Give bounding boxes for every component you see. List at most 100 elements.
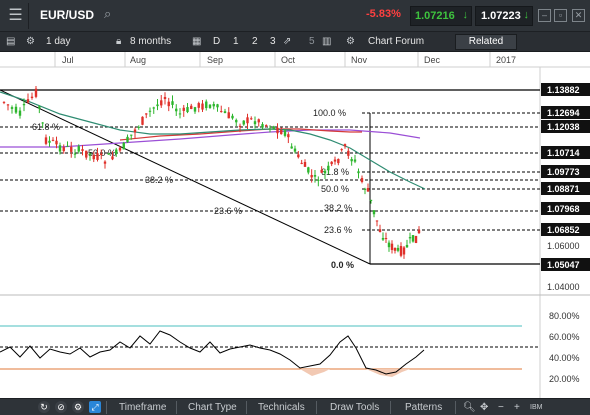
- candle-body: [193, 107, 197, 112]
- price-label: 1.04000: [547, 282, 580, 292]
- list-icon[interactable]: ▤: [6, 36, 15, 47]
- buy-price: 1.07223: [481, 10, 521, 22]
- search-icon[interactable]: ⌕: [104, 6, 111, 22]
- osc-label: 60.00%: [549, 332, 580, 342]
- candle-body: [396, 247, 400, 251]
- candle-body: [399, 246, 403, 256]
- tab-patterns[interactable]: Patterns: [405, 402, 442, 413]
- candle-body: [265, 125, 268, 127]
- candle-body: [378, 229, 382, 233]
- candle-body: [402, 247, 406, 255]
- refresh-icon[interactable]: ↻: [38, 401, 50, 413]
- candle-body: [283, 130, 287, 136]
- price-label: 1.06000: [547, 241, 580, 251]
- fib-right-1000: 100.0 %: [313, 108, 346, 118]
- fibonacci-retracement[interactable]: 61.8 % 50.0 % 38.2 % 23.6 % 100.0 % 61.8…: [0, 89, 540, 270]
- candle-body: [337, 158, 340, 164]
- layout-icon[interactable]: ▥: [322, 36, 331, 47]
- tab-chart-type[interactable]: Chart Type: [188, 402, 237, 413]
- candle-body: [293, 148, 297, 152]
- candle-body: [317, 179, 320, 181]
- candle-body: [156, 104, 159, 107]
- time-label-oct: Oct: [281, 55, 296, 65]
- candle-body: [276, 127, 279, 134]
- candle-body: [167, 101, 170, 107]
- draw-mode-2[interactable]: 2: [252, 36, 258, 47]
- counter: 5: [309, 36, 315, 47]
- candle-body: [55, 140, 58, 145]
- zoom-in-icon[interactable]: 🔍︎: [463, 402, 476, 413]
- fullscreen-icon[interactable]: ⤢: [89, 401, 101, 413]
- candle-body: [66, 145, 69, 147]
- candle-body: [160, 100, 163, 106]
- candle-body: [381, 237, 385, 240]
- candle-body: [414, 235, 418, 243]
- range-select[interactable]: 8 months: [130, 36, 171, 47]
- candle-body: [290, 146, 293, 149]
- buy-price-button[interactable]: 1.07223 ↓: [475, 6, 533, 26]
- chart-bottom-toolbar: ↻ ⊘ ⚙ ⤢ Timeframe Chart Type Technicals …: [0, 398, 590, 415]
- candle-body: [145, 113, 148, 115]
- time-axis: Jul Aug Sep Oct Nov Dec 2017: [0, 52, 590, 68]
- fib-left-618: 61.8 %: [32, 122, 60, 132]
- forum-gear-icon[interactable]: ⚙: [346, 36, 355, 47]
- close-icon[interactable]: ✕: [572, 9, 585, 22]
- lock-icon[interactable]: 🔒︎: [116, 36, 121, 47]
- moving-average-fast: [0, 91, 426, 190]
- candle-body: [417, 229, 421, 234]
- tab-technicals[interactable]: Technicals: [258, 402, 305, 413]
- price-label: 1.13882: [547, 85, 580, 95]
- no-entry-icon[interactable]: ⊘: [55, 401, 67, 413]
- draw-mode-d[interactable]: D: [213, 36, 220, 47]
- chart-forum-link[interactable]: Chart Forum: [368, 36, 424, 47]
- candle-body: [320, 169, 323, 173]
- candle-body: [2, 101, 6, 103]
- minimize-icon[interactable]: –: [538, 9, 551, 22]
- candle-body: [340, 149, 343, 151]
- candle-body: [126, 136, 129, 143]
- price-chart[interactable]: Jul Aug Sep Oct Nov Dec 2017 61.8 % 50.0…: [0, 52, 590, 398]
- candle-body: [375, 220, 379, 222]
- sell-price-button[interactable]: 1.07216 ↓: [410, 6, 472, 26]
- candle-body: [387, 242, 391, 248]
- zoom-plus-icon[interactable]: +: [514, 402, 520, 413]
- time-label-nov: Nov: [351, 55, 368, 65]
- candle-body: [257, 119, 260, 123]
- popout-icon[interactable]: ⇗: [283, 36, 291, 47]
- calendar-icon[interactable]: ▦: [192, 36, 201, 47]
- candle-body: [190, 105, 193, 110]
- candle-body: [92, 155, 95, 160]
- candle-body: [118, 147, 122, 151]
- price-label: 1.10714: [547, 148, 580, 158]
- candle-body: [280, 129, 283, 135]
- candle-body: [250, 118, 253, 120]
- instrument-symbol[interactable]: EUR/USD: [40, 8, 94, 22]
- price-label: 1.05047: [547, 260, 580, 270]
- instrument-header: ☰ EUR/USD ⌕ -5.83% 1.07216 ↓ 1.07223 ↓ –…: [0, 0, 590, 32]
- pan-icon[interactable]: ✥: [480, 402, 488, 413]
- candle-body: [261, 124, 264, 128]
- candle-body: [81, 149, 84, 151]
- tab-draw-tools[interactable]: Draw Tools: [330, 402, 379, 413]
- interval-select[interactable]: 1 day: [46, 36, 70, 47]
- candle-body: [350, 159, 353, 162]
- restore-icon[interactable]: ▫: [554, 9, 567, 22]
- candle-body: [307, 167, 310, 173]
- candle-body: [178, 113, 182, 115]
- hamburger-menu-icon[interactable]: ☰: [3, 3, 29, 29]
- zoom-minus-icon[interactable]: −: [498, 402, 504, 413]
- osc-label: 80.00%: [549, 311, 580, 321]
- tab-timeframe[interactable]: Timeframe: [119, 402, 166, 413]
- related-button[interactable]: Related: [455, 34, 517, 50]
- candle-body: [58, 145, 62, 152]
- price-label: 1.07968: [547, 204, 580, 214]
- settings-icon[interactable]: ⚙: [72, 401, 84, 413]
- draw-mode-3[interactable]: 3: [270, 36, 276, 47]
- candle-body: [133, 129, 137, 133]
- candle-body: [107, 153, 110, 155]
- draw-mode-1[interactable]: 1: [233, 36, 239, 47]
- candle-body: [18, 110, 22, 116]
- sell-price: 1.07216: [415, 10, 455, 22]
- gear-icon[interactable]: ⚙: [26, 36, 35, 47]
- fib-right-236: 23.6 %: [324, 225, 352, 235]
